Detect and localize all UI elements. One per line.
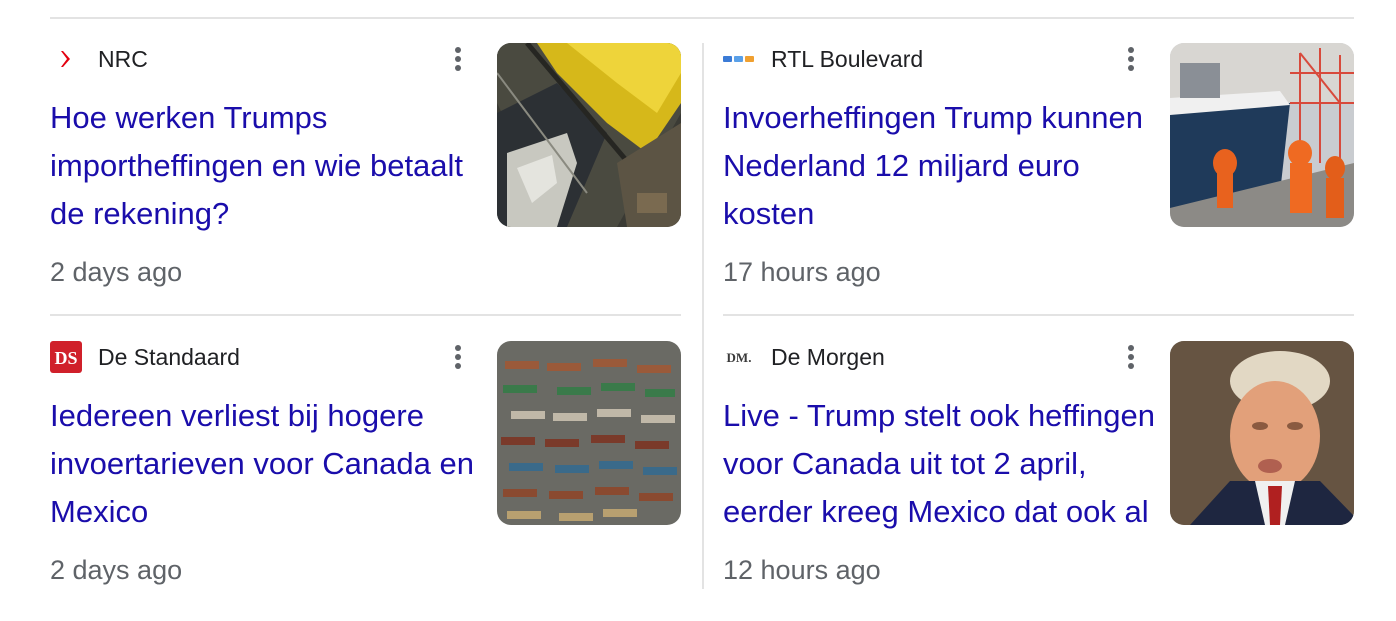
news-source: NRC xyxy=(50,43,148,75)
article-headline[interactable]: Hoe werken Trumps importheffingen en wie… xyxy=(50,94,485,238)
more-vert-icon[interactable] xyxy=(446,43,470,75)
source-name: De Morgen xyxy=(771,343,885,370)
trucks-aerial-photo xyxy=(497,341,681,525)
trump-portrait-photo xyxy=(1170,341,1354,525)
article-thumbnail[interactable] xyxy=(1170,341,1354,525)
news-card[interactable]: DM. De Morgen Live - Trump stelt ook hef… xyxy=(723,341,1355,621)
article-thumbnail[interactable] xyxy=(497,341,681,525)
more-vert-icon[interactable] xyxy=(446,341,470,373)
source-name: RTL Boulevard xyxy=(771,45,924,72)
article-headline[interactable]: Live - Trump stelt ook heffingen voor Ca… xyxy=(723,392,1158,536)
top-divider xyxy=(50,17,1354,19)
news-source: RTL Boulevard xyxy=(723,43,923,75)
more-vert-icon[interactable] xyxy=(1119,341,1143,373)
source-name: NRC xyxy=(98,45,148,72)
ship-dock-workers-photo xyxy=(1170,43,1354,227)
article-thumbnail[interactable] xyxy=(1170,43,1354,227)
svg-text:DM.: DM. xyxy=(727,350,752,365)
article-headline[interactable]: Iedereen verliest bij hogere invoertarie… xyxy=(50,392,485,536)
news-source: DM. De Morgen xyxy=(723,341,885,373)
article-thumbnail[interactable] xyxy=(497,43,681,227)
article-age: 17 hours ago xyxy=(723,257,881,287)
nrc-logo-icon xyxy=(50,43,82,75)
de-morgen-logo-icon: DM. xyxy=(723,341,755,373)
source-name: De Standaard xyxy=(98,343,240,370)
article-age: 2 days ago xyxy=(50,257,183,287)
news-source: DS De Standaard xyxy=(50,341,240,373)
article-headline[interactable]: Invoerheffingen Trump kunnen Nederland 1… xyxy=(723,94,1158,238)
news-card[interactable]: RTL Boulevard Invoerheffingen Trump kunn… xyxy=(723,43,1355,323)
article-age: 2 days ago xyxy=(50,555,183,585)
port-aerial-photo xyxy=(497,43,681,227)
news-card[interactable]: NRC Hoe werken Trumps importheffingen en… xyxy=(50,43,682,323)
article-age: 12 hours ago xyxy=(723,555,881,585)
rtl-boulevard-logo-icon xyxy=(723,43,755,75)
column-divider xyxy=(702,43,704,589)
svg-text:DS: DS xyxy=(54,348,77,368)
news-card[interactable]: DS De Standaard Iedereen verliest bij ho… xyxy=(50,341,682,621)
more-vert-icon[interactable] xyxy=(1119,43,1143,75)
de-standaard-logo-icon: DS xyxy=(50,341,82,373)
